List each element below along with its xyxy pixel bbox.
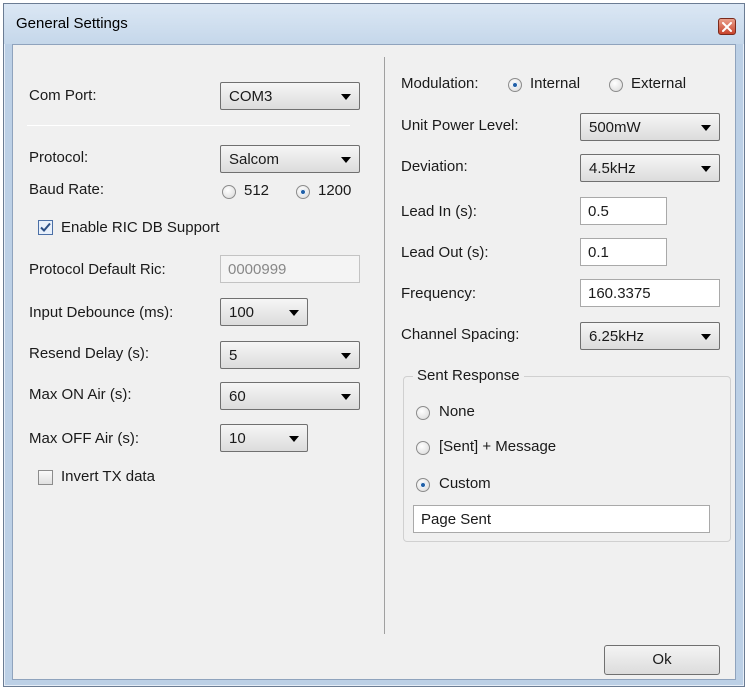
deviation-value: 4.5kHz [589,160,636,177]
lead-out-label: Lead Out (s): [401,244,489,261]
max-off-air-select[interactable]: 10 [220,424,308,452]
enable-ric-db-checkbox[interactable] [38,220,53,235]
custom-response-input[interactable]: Page Sent [413,505,710,533]
com-port-select[interactable]: COM3 [220,82,360,110]
channel-spacing-select[interactable]: 6.25kHz [580,322,720,350]
max-on-air-label: Max ON Air (s): [29,386,132,403]
lead-out-field[interactable]: 0.1 [580,238,667,266]
protocol-label: Protocol: [29,149,89,166]
enable-ric-db-label: Enable RIC DB Support [61,219,220,236]
protocol-default-ric-value: 0000999 [228,261,287,278]
lead-in-value: 0.5 [588,203,609,220]
deviation-select[interactable]: 4.5kHz [580,154,720,182]
channel-spacing-label: Channel Spacing: [401,326,520,343]
modulation-external-label: External [631,75,687,92]
sent-response-none-radio[interactable] [416,406,430,420]
channel-spacing-value: 6.25kHz [589,328,645,345]
lead-out-value: 0.1 [588,244,609,261]
resend-delay-value: 5 [229,347,238,364]
sent-response-custom-label: Custom [439,475,491,492]
baud-512-radio[interactable] [222,185,236,199]
lead-in-field[interactable]: 0.5 [580,197,667,225]
max-off-air-label: Max OFF Air (s): [29,430,139,447]
window-title: General Settings [16,15,128,32]
settings-window: General Settings Com Port: COM3 Protocol… [3,3,745,687]
modulation-label: Modulation: [401,75,479,92]
com-port-value: COM3 [229,88,273,105]
protocol-select[interactable]: Salcom [220,145,360,173]
lead-in-label: Lead In (s): [401,203,477,220]
sent-response-message-radio[interactable] [416,441,430,455]
max-on-air-select[interactable]: 60 [220,382,360,410]
frequency-field[interactable]: 160.3375 [580,279,720,307]
custom-response-value: Page Sent [421,511,492,528]
max-off-air-value: 10 [229,430,246,447]
checkmark-icon [40,222,51,232]
protocol-value: Salcom [229,151,280,168]
resend-delay-select[interactable]: 5 [220,341,360,369]
chevron-down-icon [701,334,711,340]
unit-power-level-label: Unit Power Level: [401,117,519,134]
column-divider [384,57,385,634]
protocol-default-ric-field[interactable]: 0000999 [220,255,360,283]
dialog-client-area: Com Port: COM3 Protocol: Salcom Baud Rat… [12,44,736,680]
section-divider [27,125,350,126]
resend-delay-label: Resend Delay (s): [29,345,150,362]
input-debounce-label: Input Debounce (ms): [29,304,174,321]
baud-1200-radio[interactable] [296,185,310,199]
modulation-external-radio[interactable] [609,78,623,92]
deviation-label: Deviation: [401,158,468,175]
max-on-air-value: 60 [229,388,246,405]
sent-response-message-label: [Sent] + Message [439,438,557,455]
sent-response-none-label: None [439,403,475,420]
invert-tx-checkbox[interactable] [38,470,53,485]
protocol-default-ric-label: Protocol Default Ric: [29,261,166,278]
chevron-down-icon [341,94,351,100]
close-icon [722,21,732,32]
modulation-internal-radio[interactable] [508,78,522,92]
invert-tx-label: Invert TX data [61,468,155,485]
unit-power-level-value: 500mW [589,119,641,136]
chevron-down-icon [289,310,299,316]
chevron-down-icon [701,166,711,172]
sent-response-title: Sent Response [413,367,524,384]
ok-button[interactable]: Ok [604,645,720,675]
com-port-label: Com Port: [29,87,97,104]
title-bar[interactable]: General Settings [4,4,744,44]
frequency-label: Frequency: [401,285,477,302]
unit-power-level-select[interactable]: 500mW [580,113,720,141]
chevron-down-icon [289,436,299,442]
frequency-value: 160.3375 [588,285,651,302]
input-debounce-value: 100 [229,304,255,321]
chevron-down-icon [341,157,351,163]
modulation-internal-label: Internal [530,75,581,92]
chevron-down-icon [341,394,351,400]
baud-rate-label: Baud Rate: [29,181,105,198]
sent-response-custom-radio[interactable] [416,478,430,492]
chevron-down-icon [701,125,711,131]
input-debounce-select[interactable]: 100 [220,298,308,326]
chevron-down-icon [341,353,351,359]
close-button[interactable] [718,18,736,35]
baud-512-label: 512 [244,182,270,199]
baud-1200-label: 1200 [318,182,352,199]
